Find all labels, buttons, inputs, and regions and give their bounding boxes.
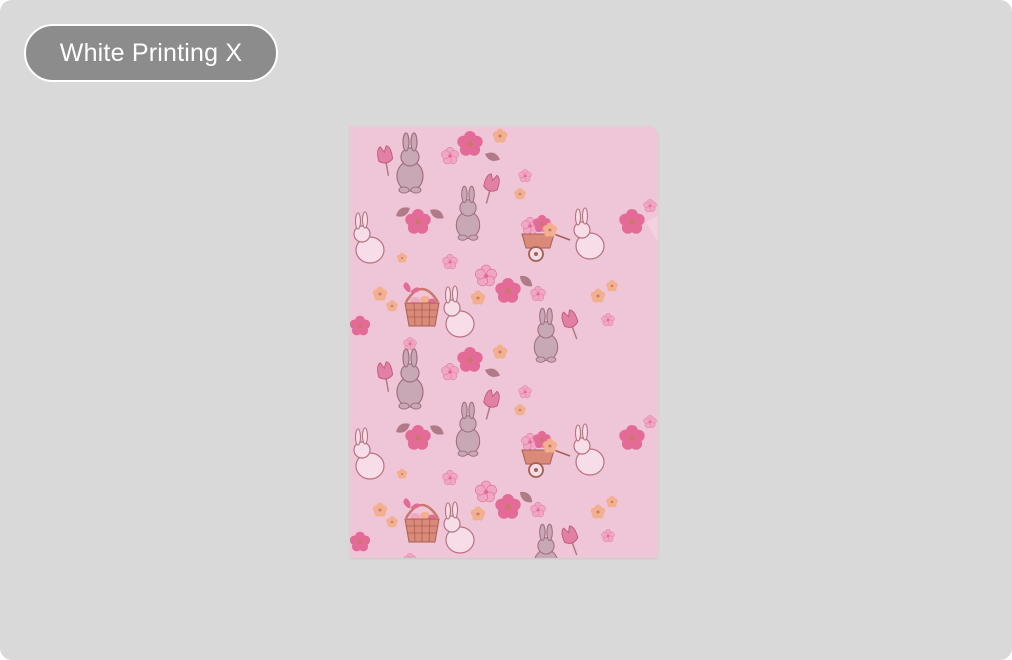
white-printing-label: White Printing X <box>59 38 243 67</box>
preview-canvas: White Printing X <box>0 0 1012 660</box>
folder-product-image <box>350 126 658 558</box>
white-printing-toggle-button[interactable]: White Printing X <box>24 24 278 82</box>
easter-pattern-artwork <box>350 126 658 558</box>
